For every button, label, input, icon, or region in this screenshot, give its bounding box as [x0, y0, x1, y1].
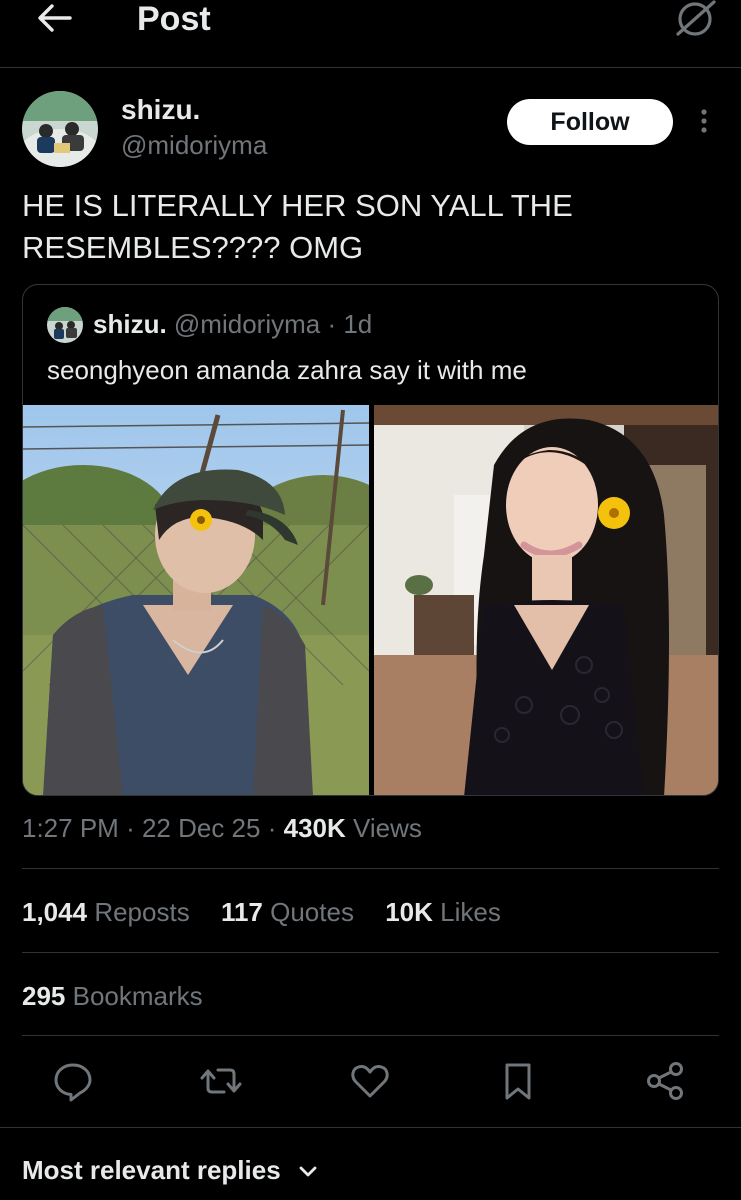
bookmarks-label: Bookmarks [72, 981, 203, 1011]
divider [0, 1127, 741, 1128]
avatar[interactable] [22, 91, 98, 167]
quote-header: shizu. @midoriyma · 1d [93, 309, 373, 339]
reposts-label: Reposts [94, 897, 190, 927]
engagement-stats: 1,044 Reposts 117 Quotes 10K Likes [22, 897, 525, 928]
post-timestamp: 1:27 PM · 22 Dec 25 · 430K Views [22, 813, 422, 843]
quote-avatar [47, 307, 83, 343]
views-count: 430K [283, 813, 346, 843]
repost-icon[interactable] [198, 1058, 244, 1104]
more-options-icon[interactable] [692, 106, 716, 136]
post-text: HE IS LITERALLY HER SON YALL THE RESEMBL… [22, 188, 573, 265]
back-arrow-icon[interactable] [34, 0, 74, 36]
replies-sort-label: Most relevant replies [22, 1155, 281, 1185]
timestamp-time: 1:27 PM [22, 813, 119, 843]
bookmarks-stat[interactable]: 295 Bookmarks [22, 981, 203, 1012]
likes-count: 10K [385, 897, 433, 927]
bookmark-icon[interactable] [495, 1058, 541, 1104]
likes-stat[interactable]: 10K Likes [385, 897, 501, 927]
bookmarks-count: 295 [22, 981, 66, 1011]
author-name[interactable]: shizu. [121, 94, 200, 126]
divider [22, 952, 719, 953]
page-title: Post [137, 0, 211, 38]
like-icon[interactable] [347, 1058, 393, 1104]
quoted-post[interactable]: shizu. @midoriyma · 1d seonghyeon amanda… [22, 284, 719, 796]
quote-author-handle: @midoriyma [173, 309, 321, 339]
divider [22, 1035, 719, 1036]
top-bar: Post [0, 0, 741, 68]
quote-author-name: shizu. [93, 309, 167, 339]
author-handle[interactable]: @midoriyma [121, 130, 267, 161]
quotes-stat[interactable]: 117 Quotes [221, 897, 361, 927]
timestamp-date: 22 Dec 25 [141, 813, 261, 843]
reposts-count: 1,044 [22, 897, 88, 927]
quote-photo-right[interactable] [374, 405, 718, 795]
quote-photo-left[interactable] [23, 405, 369, 795]
reply-icon[interactable] [50, 1058, 96, 1104]
quote-text: seonghyeon amanda zahra say it with me [47, 355, 527, 385]
reposts-stat[interactable]: 1,044 Reposts [22, 897, 197, 927]
replies-sort-dropdown[interactable]: Most relevant replies [22, 1155, 318, 1186]
views-label: Views [353, 813, 422, 843]
quotes-label: Quotes [270, 897, 354, 927]
quote-age: 1d [343, 309, 373, 339]
share-icon[interactable] [643, 1058, 689, 1104]
divider [22, 868, 719, 869]
chevron-down-icon [299, 1166, 317, 1177]
grok-icon[interactable] [672, 0, 718, 38]
action-bar [0, 1058, 741, 1108]
follow-button[interactable]: Follow [507, 99, 673, 145]
quotes-count: 117 [220, 897, 263, 927]
likes-label: Likes [440, 897, 501, 927]
